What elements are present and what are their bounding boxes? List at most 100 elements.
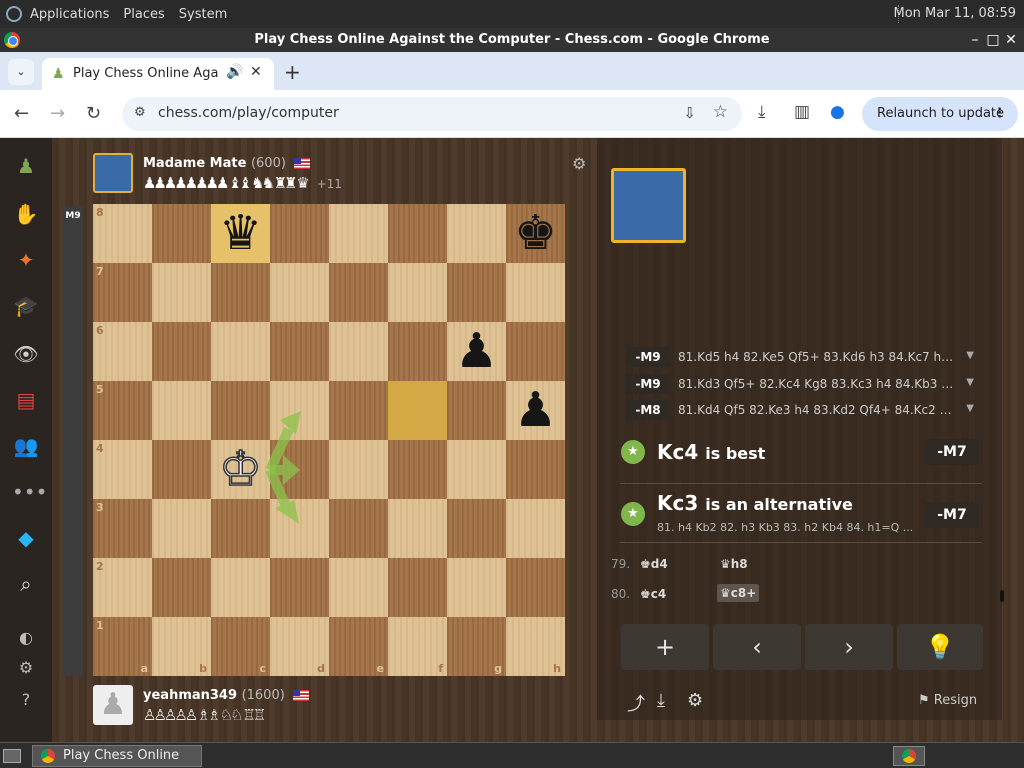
square-d2[interactable] xyxy=(270,558,329,617)
player-avatar[interactable]: ♟ xyxy=(93,685,133,725)
workspace-switcher[interactable] xyxy=(893,746,925,766)
square-d1[interactable]: d xyxy=(270,617,329,676)
bookmark-star-icon[interactable]: ☆ xyxy=(713,102,728,122)
settings-icon[interactable]: ⚙ xyxy=(12,654,40,682)
expand-icon[interactable]: ▼ xyxy=(966,403,974,414)
os-logo-icon[interactable] xyxy=(6,6,22,22)
learn-icon[interactable]: 🎓 xyxy=(12,292,40,320)
maximize-icon[interactable]: □ xyxy=(984,28,1002,52)
more-icon[interactable]: ••• xyxy=(12,478,47,506)
url-text[interactable]: chess.com/play/computer xyxy=(158,105,339,121)
add-button[interactable]: + xyxy=(621,624,709,670)
site-info-icon[interactable]: ⚙ xyxy=(134,105,146,120)
square-a6[interactable]: 6 xyxy=(93,322,152,381)
bot-avatar[interactable] xyxy=(611,168,686,243)
os-menu-places[interactable]: Places xyxy=(123,7,164,22)
square-e5[interactable] xyxy=(329,381,388,440)
help-icon[interactable]: ? xyxy=(12,686,40,714)
square-a7[interactable]: 7 xyxy=(93,263,152,322)
square-e6[interactable] xyxy=(329,322,388,381)
square-a8[interactable]: 8 xyxy=(93,204,152,263)
expand-icon[interactable]: ▼ xyxy=(966,377,974,388)
watch-icon[interactable]: 👁 xyxy=(12,340,40,368)
square-e8[interactable] xyxy=(329,204,388,263)
square-f1[interactable]: f xyxy=(388,617,447,676)
square-d7[interactable] xyxy=(270,263,329,322)
square-e7[interactable] xyxy=(329,263,388,322)
download-icon[interactable]: ⤓ xyxy=(758,102,766,122)
square-c3[interactable] xyxy=(211,499,270,558)
theme-icon[interactable]: ◐ xyxy=(12,624,40,652)
forward-icon[interactable]: → xyxy=(50,103,65,124)
square-g1[interactable]: g xyxy=(447,617,506,676)
address-bar[interactable]: ⚙ chess.com/play/computer ⇩ ☆ xyxy=(122,97,742,131)
speaker-icon[interactable]: 🔊 xyxy=(226,64,243,80)
square-g7[interactable] xyxy=(447,263,506,322)
move-white[interactable]: ♚c4 xyxy=(640,587,666,601)
engine-line[interactable]: -M9 81.Kd3 Qf5+ 82.Kc4 Kg8 83.Kc3 h4 84.… xyxy=(626,374,978,394)
square-a5[interactable]: 5 xyxy=(93,381,152,440)
alt-move[interactable]: Kc3 is an alternative xyxy=(657,491,853,515)
square-b1[interactable]: b xyxy=(152,617,211,676)
close-window-icon[interactable]: ✕ xyxy=(1002,28,1020,52)
square-g8[interactable] xyxy=(447,204,506,263)
square-b7[interactable] xyxy=(152,263,211,322)
profile-icon[interactable]: ● xyxy=(830,102,845,122)
opponent-avatar[interactable] xyxy=(93,153,133,193)
new-tab-icon[interactable]: + xyxy=(284,60,301,84)
square-c8[interactable]: ♛ xyxy=(211,204,270,263)
white-piece-c4[interactable]: ♔ xyxy=(211,440,270,499)
tab-search-chevron-icon[interactable]: ⌄ xyxy=(8,59,34,85)
square-f6[interactable] xyxy=(388,322,447,381)
expand-icon[interactable]: ▼ xyxy=(966,350,974,361)
relaunch-button[interactable]: Relaunch to update ⋮ xyxy=(862,97,1018,131)
move-white[interactable]: ♚d4 xyxy=(640,557,668,571)
square-h4[interactable] xyxy=(506,440,565,499)
square-f8[interactable] xyxy=(388,204,447,263)
square-h5[interactable]: ♟ xyxy=(506,381,565,440)
search-icon[interactable]: ⌕ xyxy=(12,570,40,598)
square-d3[interactable] xyxy=(270,499,329,558)
square-c6[interactable] xyxy=(211,322,270,381)
square-f5[interactable] xyxy=(388,381,447,440)
square-a3[interactable]: 3 xyxy=(93,499,152,558)
square-a4[interactable]: 4 xyxy=(93,440,152,499)
square-f4[interactable] xyxy=(388,440,447,499)
tab-chess[interactable]: ♟ Play Chess Online Against the Computer… xyxy=(42,58,274,90)
black-piece-c8[interactable]: ♛ xyxy=(211,204,270,263)
square-h6[interactable] xyxy=(506,322,565,381)
square-e2[interactable] xyxy=(329,558,388,617)
diamond-icon[interactable]: ◆ xyxy=(12,524,40,552)
board-settings-icon[interactable]: ⚙ xyxy=(572,154,586,173)
taskbar-window-button[interactable]: Play Chess Online A... xyxy=(32,745,202,767)
reload-icon[interactable]: ↻ xyxy=(86,103,101,124)
move-black[interactable]: ♛h8 xyxy=(720,557,748,571)
square-g4[interactable] xyxy=(447,440,506,499)
square-b8[interactable] xyxy=(152,204,211,263)
chess-logo-icon[interactable]: ♟ xyxy=(12,152,40,180)
show-desktop-icon[interactable] xyxy=(3,749,21,763)
square-b5[interactable] xyxy=(152,381,211,440)
install-app-icon[interactable]: ⇩ xyxy=(683,104,696,122)
resign-button[interactable]: ⚑ Resign xyxy=(918,693,977,708)
black-piece-g6[interactable]: ♟ xyxy=(447,322,506,381)
square-f3[interactable] xyxy=(388,499,447,558)
chess-board[interactable]: 8 ♛ ♚ 7 6 ♟ 5 ♟ 4 ♔ 3 2 1 a b c d e f g h xyxy=(93,204,565,676)
square-a1[interactable]: 1a xyxy=(93,617,152,676)
square-f2[interactable] xyxy=(388,558,447,617)
square-e3[interactable] xyxy=(329,499,388,558)
square-g5[interactable] xyxy=(447,381,506,440)
side-panel-icon[interactable]: ▥ xyxy=(794,102,810,122)
black-piece-h5[interactable]: ♟ xyxy=(506,381,565,440)
square-h8[interactable]: ♚ xyxy=(506,204,565,263)
square-h2[interactable] xyxy=(506,558,565,617)
download-game-icon[interactable]: ⤓ xyxy=(657,690,665,711)
moves-scrollbar[interactable] xyxy=(1000,590,1004,602)
share-icon[interactable]: ⤴ xyxy=(627,690,645,716)
previous-move-button[interactable]: ‹ xyxy=(713,624,801,670)
square-g6[interactable]: ♟ xyxy=(447,322,506,381)
square-d5[interactable] xyxy=(270,381,329,440)
next-move-button[interactable]: › xyxy=(805,624,893,670)
hint-button[interactable]: 💡 xyxy=(897,624,983,670)
play-hand-icon[interactable]: ✋ xyxy=(12,200,40,228)
